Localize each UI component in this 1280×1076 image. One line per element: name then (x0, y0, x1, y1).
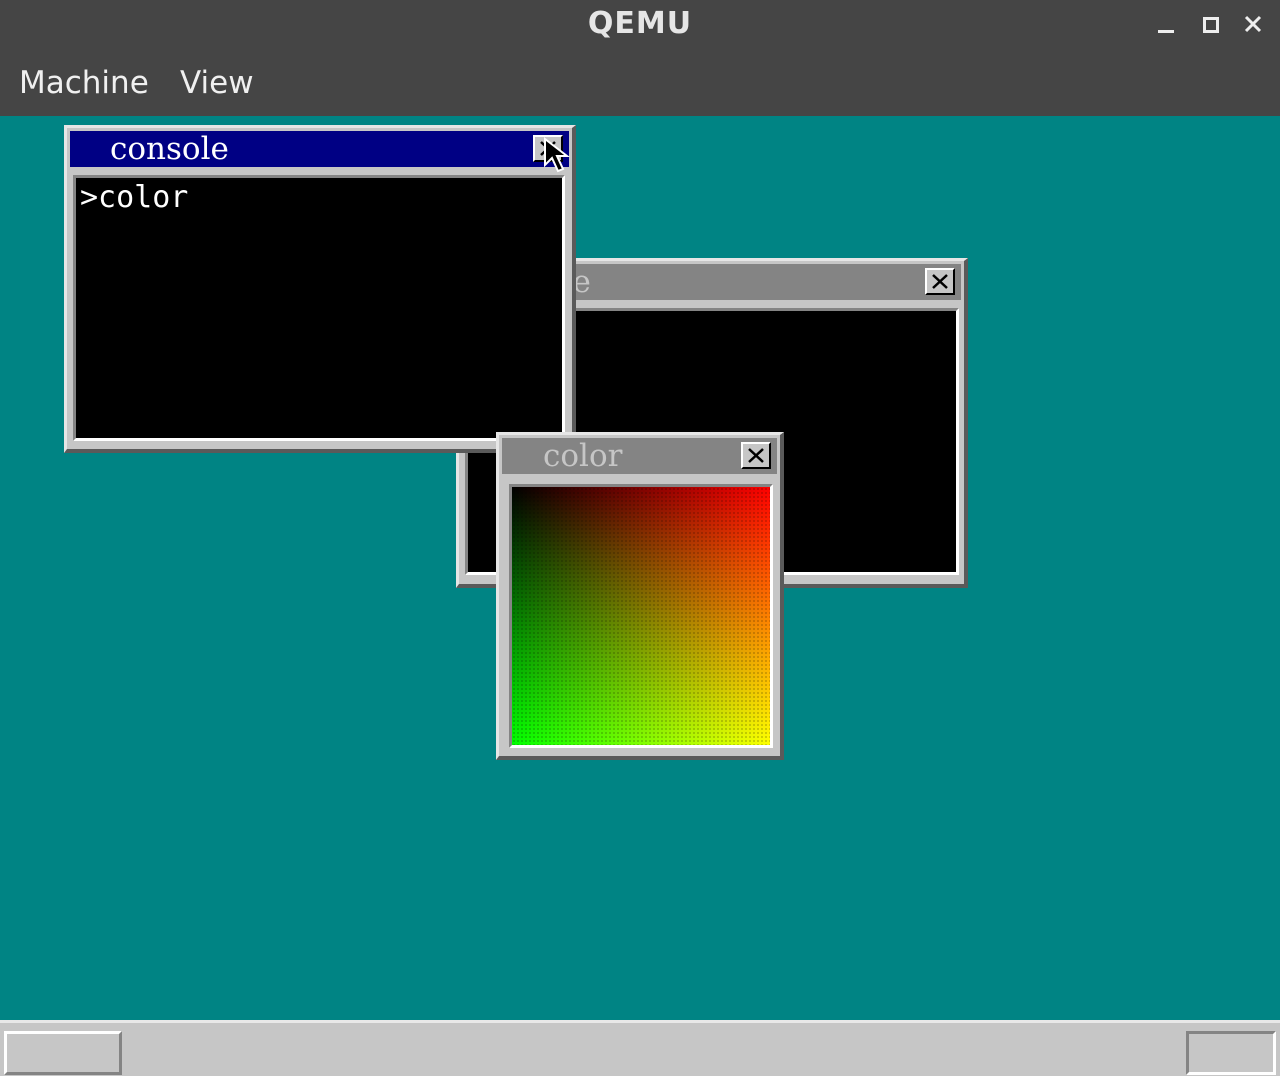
console-window-title: console (110, 131, 229, 167)
console-text-area[interactable]: >color (73, 175, 565, 441)
host-menubar: Machine View (0, 52, 1280, 116)
guest-taskbar (0, 1020, 1280, 1076)
console-window[interactable]: console >color (64, 125, 576, 453)
console-window-titlebar[interactable]: console (70, 131, 569, 167)
color-window-title: color (543, 438, 623, 474)
color-gradient-canvas (509, 484, 773, 748)
system-tray (1186, 1031, 1276, 1075)
start-button[interactable] (4, 1031, 122, 1075)
minimize-icon[interactable] (1151, 10, 1181, 40)
color-window-titlebar[interactable]: color (502, 438, 777, 474)
mouse-cursor-icon (544, 137, 570, 173)
menu-view[interactable]: View (180, 65, 254, 101)
maximize-icon[interactable] (1195, 10, 1225, 40)
menu-machine[interactable]: Machine (19, 65, 149, 101)
dither-pattern (512, 487, 770, 745)
host-titlebar: QEMU (0, 0, 1280, 52)
color-window[interactable]: color (496, 432, 784, 760)
console-line: >color (80, 180, 189, 215)
close-icon[interactable] (1238, 10, 1268, 40)
close-button[interactable] (741, 442, 771, 469)
host-window-title: QEMU (587, 6, 693, 41)
close-button[interactable] (925, 268, 955, 295)
guest-desktop[interactable]: console console >color color (0, 116, 1280, 1076)
